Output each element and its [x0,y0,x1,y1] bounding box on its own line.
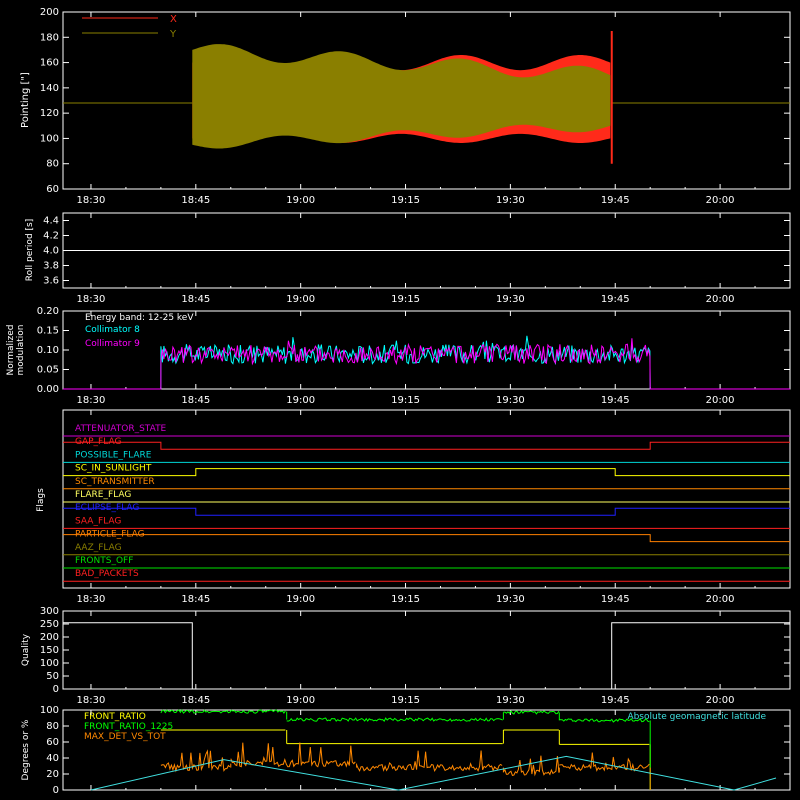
y-tick-label: 80 [46,721,59,732]
y-tick-label: 100 [40,705,59,716]
legend-collimator8: Collimator 8 [85,325,140,335]
y-tick-label: 4.4 [43,216,59,227]
legend-geomag: Absolute geomagnetic latitude [627,712,766,722]
flag-label: POSSIBLE_FLARE [75,450,152,460]
y-tick-label: 0.20 [37,306,59,317]
y-tick-label: 250 [40,619,59,630]
x-tick-label: 18:45 [181,695,210,706]
y-tick-label: 4.0 [43,246,59,257]
legend-x-label: X [170,14,177,25]
y-tick-label: 20 [46,769,59,780]
x-tick-label: 18:45 [181,594,210,605]
flags-ylabel: Flags [36,488,46,512]
y-tick-label: 60 [46,184,59,195]
flag-label: AAZ_FLAG [75,543,122,553]
flag-label: ATTENUATOR_STATE [75,424,167,434]
chart-figure: Pointing ["] X Y Roll period [s] Normali… [0,0,800,800]
y-tick-label: 40 [46,753,59,764]
y-tick-label: 50 [46,671,59,682]
y-tick-label: 4.2 [43,231,59,242]
x-tick-label: 19:45 [601,294,630,305]
y-tick-label: 200 [40,632,59,643]
y-tick-label: 100 [40,133,59,144]
x-tick-label: 19:30 [496,294,525,305]
y-tick-label: 150 [40,645,59,656]
x-tick-label: 19:30 [496,195,525,206]
modulation-ylabel-2: modulation [16,325,26,376]
x-tick-label: 19:15 [391,395,420,406]
x-tick-label: 18:30 [77,395,106,406]
x-tick-label: 19:45 [601,594,630,605]
x-tick-label: 19:45 [601,195,630,206]
modulation-annotation: Energy band: 12-25 keV [85,313,194,323]
x-tick-label: 19:00 [286,395,315,406]
x-tick-label: 19:00 [286,195,315,206]
x-tick-label: 18:30 [77,294,106,305]
x-tick-label: 19:00 [286,695,315,706]
legend-max-det: MAX_DET_VS_TOT [84,732,166,742]
legend-front-ratio-1225: FRONT_RATIO_1225 [84,722,173,732]
y-tick-label: 0.05 [37,365,59,376]
x-tick-label: 19:15 [391,594,420,605]
y-tick-label: 180 [40,32,59,43]
x-tick-label: 18:45 [181,195,210,206]
y-tick-label: 80 [46,159,59,170]
y-tick-label: 0 [53,684,59,695]
x-tick-label: 18:30 [77,195,106,206]
modulation-ylabel-1: Normalized [6,324,16,375]
legend-front-ratio: FRONT_RATIO [84,712,146,722]
y-tick-label: 120 [40,108,59,119]
pointing-ylabel: Pointing ["] [20,72,31,128]
x-tick-label: 19:15 [391,695,420,706]
y-tick-label: 0.10 [37,345,59,356]
x-tick-label: 18:30 [77,695,106,706]
y-tick-label: 100 [40,658,59,669]
flag-label: SC_TRANSMITTER [75,477,155,487]
x-tick-label: 19:15 [391,294,420,305]
x-tick-label: 20:00 [706,395,735,406]
x-tick-label: 19:45 [601,395,630,406]
y-tick-label: 200 [40,7,59,18]
x-tick-label: 19:30 [496,695,525,706]
y-tick-label: 0.15 [37,326,59,337]
y-tick-label: 3.8 [43,261,59,272]
x-tick-label: 20:00 [706,294,735,305]
x-tick-label: 20:00 [706,195,735,206]
flag-label: FLARE_FLAG [75,490,131,500]
y-tick-label: 60 [46,737,59,748]
x-tick-label: 18:45 [181,395,210,406]
ratios-ylabel: Degrees or % [21,719,31,780]
x-tick-label: 19:30 [496,395,525,406]
flag-label: BAD_PACKETS [75,569,139,579]
y-tick-label: 160 [40,58,59,69]
x-tick-label: 20:00 [706,594,735,605]
y-tick-label: 3.6 [43,276,59,287]
roll-ylabel: Roll period [s] [25,219,35,281]
x-tick-label: 19:00 [286,294,315,305]
x-tick-label: 18:45 [181,294,210,305]
x-tick-label: 19:30 [496,594,525,605]
flag-label: SC_IN_SUNLIGHT [75,464,152,474]
x-tick-label: 20:00 [706,695,735,706]
quality-ylabel: Quality [21,633,31,666]
y-tick-label: 300 [40,606,59,617]
y-tick-label: 0.00 [37,384,59,395]
x-tick-label: 19:45 [601,695,630,706]
flag-label: FRONTS_OFF [75,556,133,566]
x-tick-label: 19:00 [286,594,315,605]
flag-label: SAA_FLAG [75,516,121,526]
x-tick-label: 18:30 [77,594,106,605]
y-tick-label: 140 [40,83,59,94]
legend-collimator9: Collimator 9 [85,339,140,349]
y-tick-label: 0 [53,785,59,796]
legend-y-label: Y [169,29,177,40]
x-tick-label: 19:15 [391,195,420,206]
